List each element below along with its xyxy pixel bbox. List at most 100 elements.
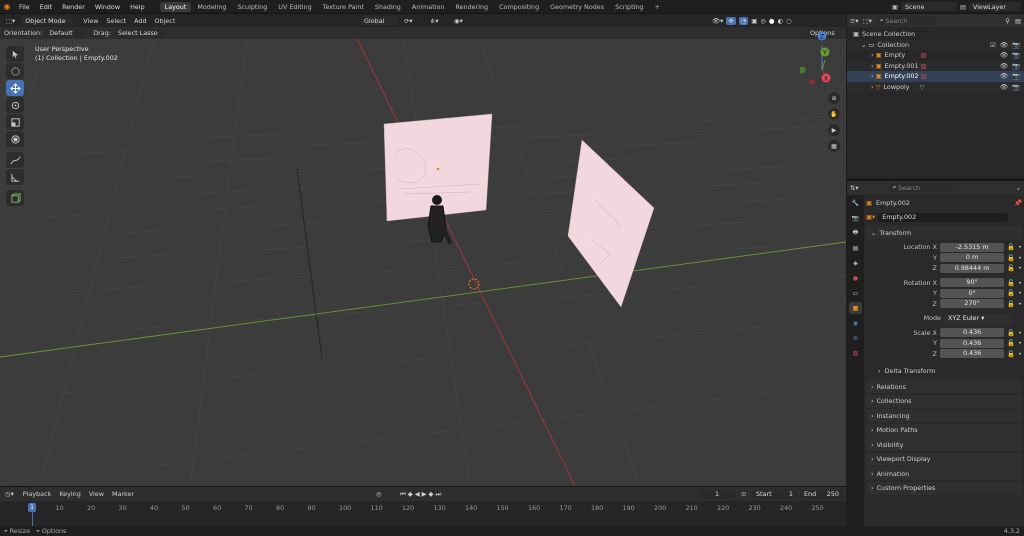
shading-wireframe-icon[interactable]: ◎ bbox=[760, 17, 766, 25]
keyframe-dot-icon[interactable]: • bbox=[1015, 264, 1022, 272]
rotation-x-field[interactable]: 90° bbox=[939, 278, 1005, 288]
render-tab-icon[interactable]: 📷 bbox=[849, 212, 862, 224]
gizmo-toggle-icon[interactable]: ✥ bbox=[726, 16, 736, 25]
location-z-field[interactable]: 0.98444 m bbox=[939, 263, 1005, 273]
jump-start-icon[interactable]: ⏮ bbox=[400, 490, 406, 499]
tool-tab-icon[interactable]: 🔧 bbox=[849, 197, 862, 209]
display-mode-icon[interactable]: ⬚▾ bbox=[863, 17, 876, 25]
pin-icon[interactable]: 📌 bbox=[1014, 199, 1022, 207]
3d-cursor[interactable] bbox=[468, 278, 480, 290]
transform-orientation[interactable]: Global bbox=[360, 16, 398, 25]
output-tab-icon[interactable]: 🖶 bbox=[849, 227, 862, 239]
keyframe-dot-icon[interactable]: • bbox=[1015, 279, 1022, 287]
scene-tab-icon[interactable]: ◈ bbox=[849, 257, 862, 269]
eye-icon[interactable]: 👁 bbox=[1000, 72, 1008, 80]
menu-file[interactable]: File bbox=[14, 3, 35, 11]
timeline-menu-marker[interactable]: Marker bbox=[108, 490, 138, 498]
panel-viewport-display[interactable]: › Viewport Display bbox=[866, 452, 1022, 466]
outliner-editor-icon[interactable]: ≡▾ bbox=[850, 17, 863, 25]
panel-visibility[interactable]: › Visibility bbox=[866, 438, 1022, 451]
scale-x-field[interactable]: 0.436 bbox=[939, 328, 1005, 338]
rotation-y-field[interactable]: 0° bbox=[939, 288, 1005, 298]
expand-chevron-icon[interactable]: ⌄ bbox=[861, 41, 868, 49]
panel-relations[interactable]: › Relations bbox=[866, 380, 1022, 393]
editor-type-icon[interactable]: ⬚▾ bbox=[0, 17, 21, 25]
play-icon[interactable]: ▶ bbox=[422, 490, 427, 498]
add-workspace-button[interactable]: + bbox=[649, 2, 664, 12]
lock-icon[interactable]: 🔓 bbox=[1004, 300, 1015, 308]
outliner-item-empty[interactable]: › ▣ Empty ▨ 👁 📷 bbox=[847, 50, 1024, 61]
snap-icon[interactable]: ⋔▾ bbox=[430, 17, 439, 25]
view-layer-selector[interactable]: ViewLayer bbox=[969, 2, 1021, 11]
lock-icon[interactable]: 🔓 bbox=[1004, 264, 1015, 272]
collection-tab-icon[interactable]: ▭ bbox=[849, 287, 862, 299]
options-chevron-icon[interactable]: ⌄ bbox=[1016, 184, 1021, 192]
3d-viewport[interactable]: ⬚▾ Object Mode View Select Add Object Gl… bbox=[0, 14, 846, 486]
rotation-mode-select[interactable]: XYZ Euler ▾ bbox=[944, 313, 1012, 323]
lock-icon[interactable]: 🔓 bbox=[1004, 350, 1015, 358]
keyframe-dot-icon[interactable]: • bbox=[1015, 329, 1022, 337]
pan-hand-icon[interactable]: ✋ bbox=[828, 108, 840, 120]
scene-collection-row[interactable]: ▣ Scene Collection bbox=[847, 29, 1024, 40]
eye-icon[interactable]: 👁 bbox=[1000, 41, 1008, 49]
add-cube-tool[interactable] bbox=[6, 190, 24, 206]
overlay-toggle-icon[interactable]: ◔ bbox=[738, 16, 749, 25]
proportional-edit-icon[interactable]: ◉▾ bbox=[454, 17, 463, 25]
keyframe-dot-icon[interactable]: • bbox=[1015, 243, 1022, 251]
location-y-field[interactable]: 0 m bbox=[939, 253, 1005, 263]
lock-icon[interactable]: 🔓 bbox=[1004, 243, 1015, 251]
timeline-menu-playback[interactable]: Playback bbox=[19, 490, 56, 498]
clock-icon[interactable]: ⊙ bbox=[741, 490, 746, 498]
constraints-tab-icon[interactable]: ⊛ bbox=[849, 332, 862, 344]
scale-tool[interactable] bbox=[6, 114, 24, 130]
eye-icon[interactable]: 👁 bbox=[1000, 83, 1008, 91]
lock-icon[interactable]: 🔓 bbox=[1004, 289, 1015, 297]
camera-icon[interactable]: 📷 bbox=[1012, 51, 1020, 59]
scale-y-field[interactable]: 0.436 bbox=[939, 338, 1005, 348]
move-tool[interactable] bbox=[6, 80, 24, 96]
menu-render[interactable]: Render bbox=[57, 3, 90, 11]
pivot-icon[interactable]: ⟳▾ bbox=[404, 17, 413, 25]
object-data-tab-icon[interactable]: ▨ bbox=[849, 347, 862, 359]
delta-transform-subpanel[interactable]: › Delta Transform bbox=[866, 365, 1022, 377]
panel-instancing[interactable]: › Instancing bbox=[866, 409, 1022, 422]
keyframe-dot-icon[interactable]: • bbox=[1015, 339, 1022, 347]
camera-view-icon[interactable]: ▶ bbox=[828, 124, 840, 136]
playhead[interactable]: 1 bbox=[28, 503, 36, 512]
filter-icon[interactable]: ⚲ bbox=[1005, 17, 1010, 25]
physics-tab-icon[interactable]: ◉ bbox=[849, 317, 862, 329]
jump-end-icon[interactable]: ⏭ bbox=[435, 490, 441, 499]
view-layer-tab-icon[interactable]: ▤ bbox=[849, 242, 862, 254]
blender-logo-icon[interactable]: ◉ bbox=[0, 2, 14, 11]
keyframe-dot-icon[interactable]: • bbox=[1015, 254, 1022, 262]
outliner-search[interactable]: ⌕ Search bbox=[875, 16, 936, 25]
lock-icon[interactable]: 🔓 bbox=[1004, 279, 1015, 287]
object-name-field[interactable]: Empty.002 bbox=[878, 212, 1009, 222]
transform-tool[interactable] bbox=[6, 131, 24, 147]
current-frame-field[interactable]: 1 bbox=[698, 489, 736, 499]
tab-scripting[interactable]: Scripting bbox=[610, 2, 648, 12]
lock-icon[interactable]: 🔓 bbox=[1004, 254, 1015, 262]
play-reverse-icon[interactable]: ◀ bbox=[415, 490, 420, 498]
scale-z-field[interactable]: 0.436 bbox=[939, 349, 1005, 359]
orientation-selector[interactable]: Default bbox=[45, 28, 86, 38]
reference-plane-1[interactable] bbox=[383, 113, 493, 222]
shading-solid-icon[interactable]: ● bbox=[769, 17, 775, 25]
outliner-item-lowpoly[interactable]: › ▽ Lowpoly ▽ 👁 📷 bbox=[847, 81, 1024, 92]
timeline-menu-view[interactable]: View bbox=[85, 490, 108, 498]
keyframe-dot-icon[interactable]: • bbox=[1015, 300, 1022, 308]
transform-panel-header[interactable]: ⌄ Transform bbox=[866, 226, 1022, 239]
tab-sculpting[interactable]: Sculpting bbox=[232, 2, 272, 12]
annotate-tool[interactable] bbox=[6, 152, 24, 168]
viewport-menu-view[interactable]: View bbox=[79, 17, 102, 25]
mode-selector[interactable]: Object Mode bbox=[21, 16, 74, 25]
camera-icon[interactable]: 📷 bbox=[1012, 41, 1020, 49]
panel-animation[interactable]: › Animation bbox=[866, 467, 1022, 480]
timeline-menu-keying[interactable]: Keying bbox=[55, 490, 84, 498]
scene-selector[interactable]: Scene bbox=[900, 2, 957, 11]
checkbox-icon[interactable]: ☑ bbox=[990, 41, 996, 49]
shading-rendered-icon[interactable]: ○ bbox=[786, 17, 792, 25]
eye-icon[interactable]: 👁 bbox=[1000, 62, 1008, 70]
menu-help[interactable]: Help bbox=[125, 3, 150, 11]
keyframe-dot-icon[interactable]: • bbox=[1015, 350, 1022, 358]
